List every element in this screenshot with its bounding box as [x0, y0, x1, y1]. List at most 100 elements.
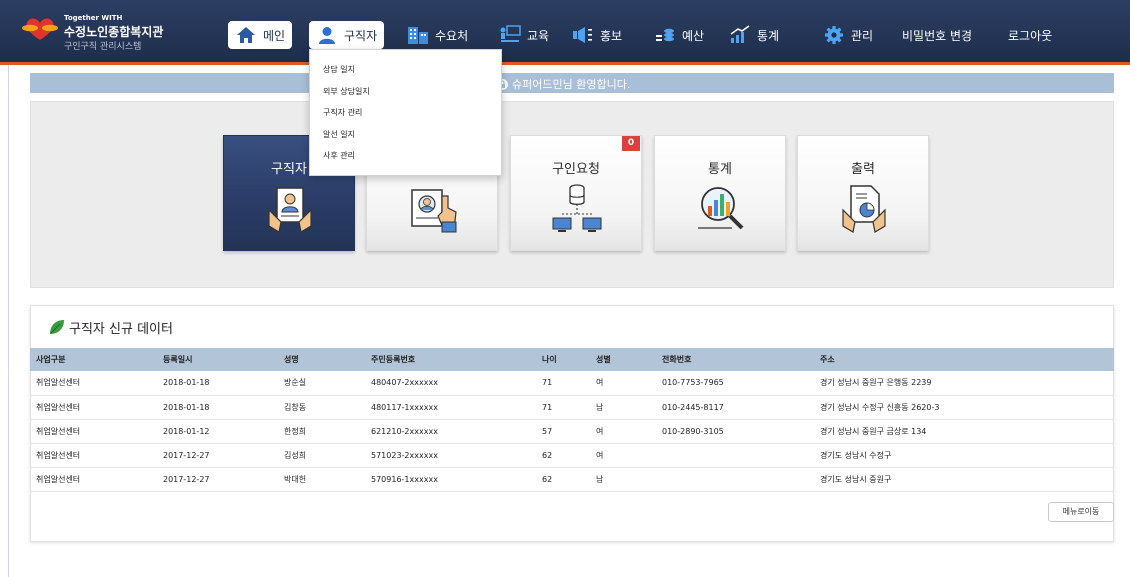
menu-item-external-counseling[interactable]: 외부 상담일지: [323, 86, 370, 97]
nav-promotion-button[interactable]: 홍보: [572, 21, 622, 49]
cell-registered-date: 2018-01-18: [157, 395, 278, 420]
column-header[interactable]: 등록일시: [157, 348, 278, 371]
table-row[interactable]: 취업알선센터 2017-12-27 박대헌 570916-1xxxxxx 62 …: [30, 467, 1114, 492]
nav-stats-button[interactable]: 통계: [729, 21, 779, 49]
home-icon: [235, 25, 257, 45]
column-header[interactable]: 성별: [590, 348, 656, 371]
table-row[interactable]: 취업알선센터 2017-12-27 김성희 571023-2xxxxxx 62 …: [30, 443, 1114, 468]
menu-move-button[interactable]: 메뉴로이동: [1048, 502, 1114, 522]
classroom-icon: [499, 25, 521, 45]
nav-change-password-link[interactable]: 비밀번호 변경: [902, 27, 972, 44]
brand-logo-block[interactable]: Together WITH 수정노인종합복지관 구인구직 관리시스템: [22, 12, 212, 52]
cell-phone: 010-2445-8117: [656, 395, 814, 420]
report-hands-icon: [842, 185, 886, 233]
job-request-count-badge: 0: [622, 136, 640, 151]
cell-phone: 010-2890-3105: [656, 419, 814, 444]
cell-phone: 010-7753-7965: [656, 371, 814, 396]
nav-accent-line: [0, 62, 1130, 65]
menu-item-jobseeker-management[interactable]: 구직자 관리: [323, 107, 362, 118]
cell-registered-date: 2017-12-27: [157, 467, 278, 492]
nav-demand-label: 수요처: [435, 28, 469, 43]
network-database-icon: [552, 184, 602, 232]
cell-business-type: 취업알선센터: [30, 443, 157, 468]
cell-gender: 여: [590, 419, 656, 444]
brand-tagline: Together WITH: [64, 14, 123, 22]
table-header-row: 사업구분 등록일시 성명 주민등록번호 나이 성별 전화번호 주소: [30, 348, 1114, 371]
column-header[interactable]: 사업구분: [30, 348, 157, 371]
menu-item-counseling-log[interactable]: 상담 일지: [323, 64, 355, 75]
jobseeker-dropdown-menu: 상담 일지 외부 상담일지 구직자 관리 알선 일지 사후 관리: [309, 49, 502, 176]
tile-print[interactable]: 출력: [797, 135, 929, 251]
chart-icon: [729, 25, 751, 45]
cell-resident-number: 480407-2xxxxxx: [365, 371, 536, 396]
cell-address: 경기 성남시 중원구 금상로 134: [814, 419, 1114, 444]
cell-phone: [656, 443, 814, 468]
nav-education-label: 교육: [527, 28, 550, 43]
column-header[interactable]: 주민등록번호: [365, 348, 536, 371]
nav-budget-label: 예산: [682, 28, 705, 43]
tile-statistics[interactable]: 통계: [654, 135, 786, 251]
left-border-line: [8, 60, 9, 577]
cell-address: 경기 성남시 수정구 신흥동 2620-3: [814, 395, 1114, 420]
tile-statistics-label: 통계: [708, 162, 732, 177]
nav-admin-button[interactable]: 관리: [823, 21, 873, 49]
menu-item-follow-up[interactable]: 사후 관리: [323, 150, 355, 161]
nav-demand-button[interactable]: 수요처: [407, 21, 468, 49]
cell-name: 김창동: [278, 395, 365, 420]
nav-budget-button[interactable]: 예산: [654, 21, 704, 49]
nav-jobseeker-button[interactable]: 구직자: [309, 21, 385, 49]
cell-registered-date: 2018-01-12: [157, 419, 278, 444]
cell-age: 71: [536, 395, 590, 420]
cell-age: 62: [536, 443, 590, 468]
cell-gender: 여: [590, 443, 656, 468]
table-row[interactable]: 취업알선센터 2018-01-12 한정희 621210-2xxxxxx 57 …: [30, 419, 1114, 444]
magnifier-chart-icon: [698, 187, 744, 230]
cell-phone: [656, 467, 814, 492]
nav-main-button[interactable]: 메인: [228, 21, 293, 49]
nav-logout-link[interactable]: 로그아웃: [1008, 27, 1052, 44]
gear-icon: [823, 25, 845, 45]
cell-business-type: 취업알선센터: [30, 395, 157, 420]
menu-item-placement-log[interactable]: 알선 일지: [323, 129, 355, 140]
cell-gender: 남: [590, 467, 656, 492]
tile-job-request-label: 구인요청: [552, 162, 600, 177]
cell-resident-number: 621210-2xxxxxx: [365, 419, 536, 444]
cell-gender: 남: [590, 395, 656, 420]
table-row[interactable]: 취업알선센터 2018-01-18 방순실 480407-2xxxxxx 71 …: [30, 371, 1114, 396]
heart-hands-logo-icon: [22, 18, 58, 40]
cell-gender: 여: [590, 371, 656, 396]
tile-print-label: 출력: [851, 162, 875, 177]
cell-address: 경기 성남시 중원구 은행동 2239: [814, 371, 1114, 396]
column-header[interactable]: 주소: [814, 348, 1114, 371]
nav-admin-label: 관리: [851, 28, 874, 43]
welcome-bar: 슈퍼어드민님 환영합니다.: [30, 73, 1114, 93]
nav-education-button[interactable]: 교육: [499, 21, 549, 49]
column-header[interactable]: 성명: [278, 348, 365, 371]
resume-hands-icon: [268, 187, 312, 233]
leaf-icon: [50, 320, 64, 334]
cell-age: 71: [536, 371, 590, 396]
column-header[interactable]: 나이: [536, 348, 590, 371]
person-icon: [316, 25, 338, 45]
cell-resident-number: 570916-1xxxxxx: [365, 467, 536, 492]
cell-name: 박대헌: [278, 467, 365, 492]
jobseeker-table: 사업구분 등록일시 성명 주민등록번호 나이 성별 전화번호 주소 취업알선센터…: [30, 348, 1114, 492]
coins-icon: [654, 25, 676, 45]
cell-age: 57: [536, 419, 590, 444]
cell-registered-date: 2018-01-18: [157, 371, 278, 396]
cell-resident-number: 480117-1xxxxxx: [365, 395, 536, 420]
panel-title-text: 구직자 신규 데이터: [69, 322, 173, 337]
tile-job-request[interactable]: 구인요청: [510, 135, 642, 251]
welcome-message: 슈퍼어드민님 환영합니다.: [497, 76, 630, 92]
welcome-text: 슈퍼어드민님 환영합니다.: [512, 78, 631, 91]
brand-title: 수정노인종합복지관: [64, 25, 164, 39]
cell-business-type: 취업알선센터: [30, 371, 157, 396]
nav-stats-label: 통계: [757, 28, 780, 43]
panel-title: 구직자 신규 데이터: [48, 318, 173, 337]
cell-age: 62: [536, 467, 590, 492]
megaphone-icon: [572, 25, 594, 45]
table-row[interactable]: 취업알선센터 2018-01-18 김창동 480117-1xxxxxx 71 …: [30, 395, 1114, 420]
column-header[interactable]: 전화번호: [656, 348, 814, 371]
cell-name: 김성희: [278, 443, 365, 468]
cell-address: 경기도 성남시 중원구: [814, 467, 1114, 492]
